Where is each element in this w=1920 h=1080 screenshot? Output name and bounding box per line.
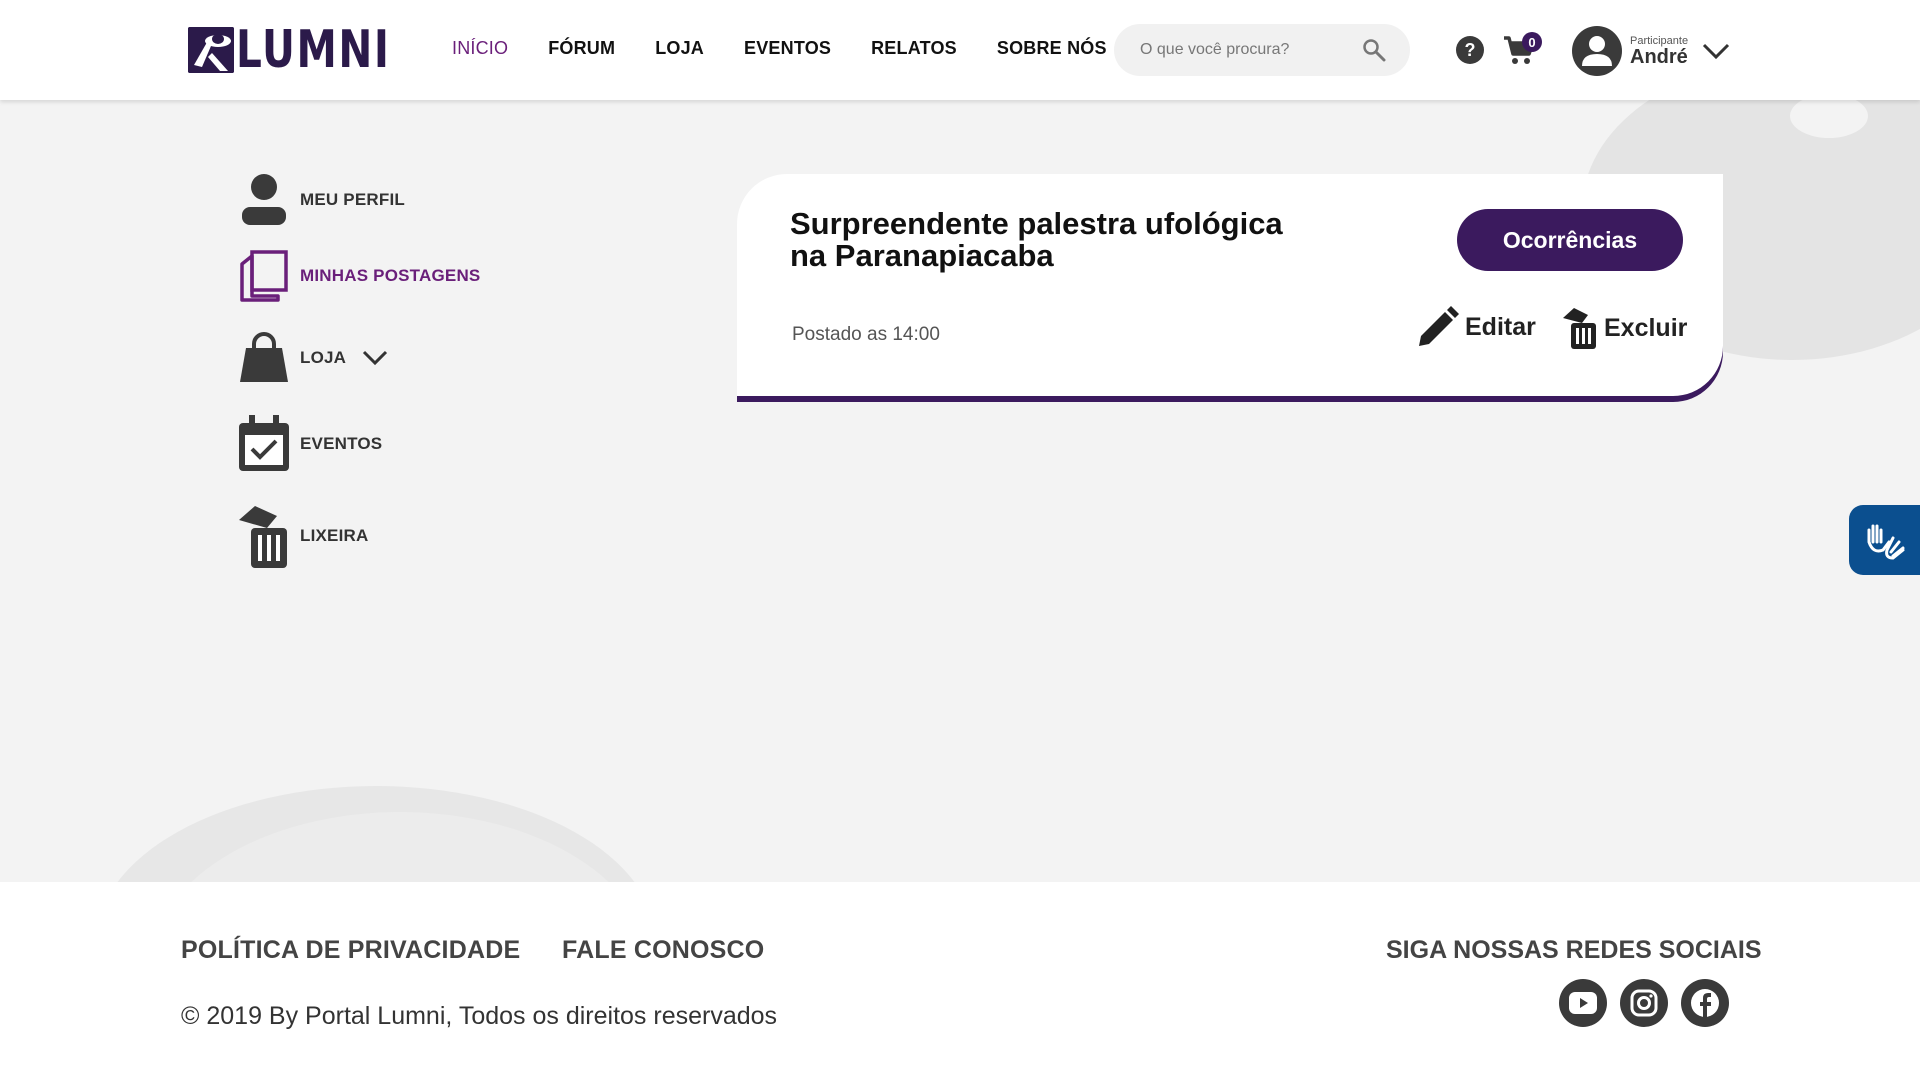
nav-loja[interactable]: LOJA: [655, 38, 704, 59]
sidebar-item-label: LIXEIRA: [300, 526, 369, 545]
logo-text: LUMNI: [236, 20, 391, 80]
post-title-line: Surpreendente palestra ufológica: [790, 206, 1283, 241]
category-button[interactable]: Ocorrências: [1457, 209, 1683, 271]
post-title-line: na Paranapiacaba: [790, 238, 1054, 273]
sign-language-hands-icon: [1867, 524, 1904, 560]
social-title: SIGA NOSSAS REDES SOCIAIS: [1386, 936, 1762, 964]
copyright-text: © 2019 By Portal Lumni, Todos os direito…: [181, 1002, 778, 1030]
background-shape: [1790, 94, 1868, 138]
sidebar-item-meu-perfil[interactable]: MEU PERFIL: [236, 170, 405, 230]
post-timestamp: Postado as 14:00: [792, 324, 940, 345]
nav-relatos[interactable]: RELATOS: [871, 38, 957, 59]
pencil-icon: [1419, 306, 1459, 346]
person-icon: [236, 170, 292, 230]
svg-text:?: ?: [1465, 40, 1476, 60]
sidebar-item-label: MEU PERFIL: [300, 190, 405, 209]
contact-link[interactable]: FALE CONOSCO: [562, 936, 764, 965]
main-nav: INÍCIO FÓRUM LOJA EVENTOS RELATOS SOBRE …: [452, 38, 1147, 59]
search-input[interactable]: [1140, 41, 1350, 59]
footer: POLÍTICA DE PRIVACIDADE FALE CONOSCO © 2…: [0, 882, 1920, 1080]
search-bar: [1114, 24, 1410, 76]
avatar: [1572, 26, 1622, 76]
sidebar-item-minhas-postagens[interactable]: MINHAS POSTAGENS: [236, 246, 480, 306]
trash-icon: [1563, 308, 1596, 349]
cart-count-badge: 0: [1522, 32, 1542, 52]
sidebar-item-label: LOJA: [300, 348, 347, 367]
facebook-icon[interactable]: [1681, 979, 1729, 1027]
delete-button[interactable]: Excluir: [1562, 306, 1687, 350]
nav-forum[interactable]: FÓRUM: [548, 38, 615, 59]
nav-sobre-nos[interactable]: SOBRE NÓS: [997, 38, 1107, 59]
help-icon[interactable]: ?: [1456, 36, 1484, 64]
post-card: Surpreendente palestra ufológica na Para…: [737, 174, 1723, 396]
privacy-policy-link[interactable]: POLÍTICA DE PRIVACIDADE: [181, 936, 520, 965]
sidebar-item-label: EVENTOS: [300, 434, 383, 453]
youtube-icon[interactable]: [1559, 979, 1607, 1027]
calendar-check-icon: [236, 414, 292, 474]
ufo-logo-icon: [188, 27, 234, 73]
nav-inicio[interactable]: INÍCIO: [452, 38, 508, 59]
shopping-bag-icon: [236, 328, 292, 388]
edit-button[interactable]: Editar: [1417, 306, 1536, 348]
sidebar-item-eventos[interactable]: EVENTOS: [236, 414, 382, 474]
instagram-icon[interactable]: [1620, 979, 1668, 1027]
social-links: [1559, 979, 1729, 1027]
chevron-down-icon[interactable]: [362, 350, 388, 366]
user-name: André: [1630, 46, 1688, 68]
chevron-down-icon[interactable]: [1702, 42, 1730, 60]
trash-icon: [236, 506, 292, 568]
nav-eventos[interactable]: EVENTOS: [744, 38, 831, 59]
search-icon[interactable]: [1362, 38, 1386, 62]
sidebar-item-label: MINHAS POSTAGENS: [300, 266, 481, 285]
sidebar-item-loja[interactable]: LOJA: [236, 328, 388, 388]
lumni-logo[interactable]: LUMNI: [188, 20, 434, 80]
user-menu[interactable]: Participante André: [1572, 26, 1730, 76]
top-header: LUMNI INÍCIO FÓRUM LOJA EVENTOS RELATOS …: [0, 0, 1920, 100]
edit-label: Editar: [1465, 312, 1536, 341]
documents-icon: [236, 246, 292, 306]
post-title[interactable]: Surpreendente palestra ufológica na Para…: [790, 208, 1350, 272]
sign-language-widget[interactable]: [1849, 505, 1920, 575]
delete-label: Excluir: [1604, 313, 1688, 342]
sidebar-item-lixeira[interactable]: LIXEIRA: [236, 506, 369, 568]
